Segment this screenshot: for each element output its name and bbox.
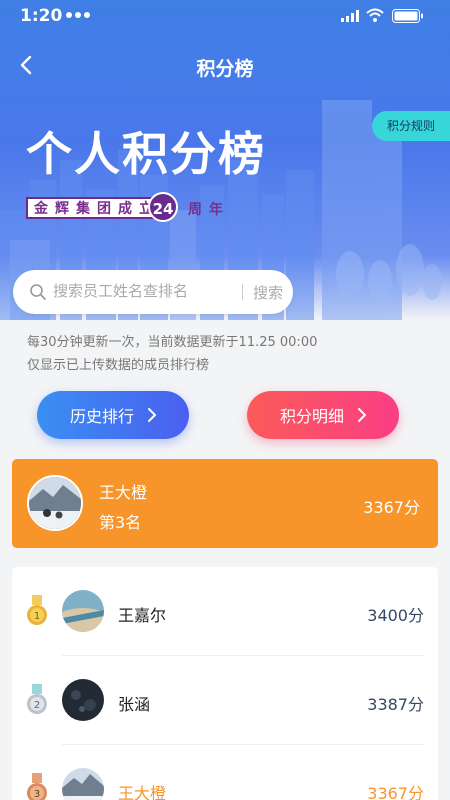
search-button[interactable]: 搜索 <box>253 282 283 303</box>
wifi-icon <box>366 8 384 22</box>
anniversary-banner: 金辉集团成立 <box>26 197 168 219</box>
gold-medal-icon: 1 <box>27 595 47 625</box>
svg-text:2: 2 <box>34 700 40 711</box>
points-detail-button[interactable]: 积分明细 <box>247 391 399 439</box>
anniversary-prefix: 金辉集团成立 <box>34 201 160 217</box>
list-item[interactable]: 1 王嘉尔 3400分 <box>12 567 438 656</box>
history-ranking-button[interactable]: 历史排行 <box>37 391 189 439</box>
row-score: 3387分 <box>367 695 424 714</box>
row-name: 张涵 <box>118 695 151 714</box>
hero-title: 个人积分榜 <box>26 127 266 181</box>
search-box: 搜索 <box>13 270 293 314</box>
row-name: 王大橙 <box>118 784 167 800</box>
chevron-right-icon <box>148 408 156 422</box>
svg-text:3: 3 <box>34 789 40 800</box>
bronze-medal-icon: 3 <box>27 773 47 800</box>
search-divider <box>242 284 243 300</box>
update-notice: 每30分钟更新一次，当前数据更新于11.25 00:00 <box>27 335 318 350</box>
status-time: 1:20 <box>20 6 63 26</box>
points-detail-label: 积分明细 <box>279 407 344 426</box>
my-score: 3367分 <box>363 498 420 517</box>
list-item[interactable]: 3 王大橙 3367分 <box>12 745 438 800</box>
avatar <box>62 590 104 632</box>
search-input[interactable] <box>53 282 223 300</box>
chevron-right-icon <box>358 408 366 422</box>
carrier-dots-icon <box>66 12 90 18</box>
points-rules-button[interactable]: 积分规则 <box>372 111 450 141</box>
row-name: 王嘉尔 <box>118 606 167 625</box>
my-rank-text: 第3名 <box>99 513 142 532</box>
history-ranking-label: 历史排行 <box>69 407 134 426</box>
anniversary-suffix: 周年 <box>188 202 230 218</box>
my-name: 王大橙 <box>99 483 148 502</box>
anniversary-number-badge: 24 <box>148 192 178 222</box>
list-item[interactable]: 2 张涵 3387分 <box>12 656 438 745</box>
search-icon <box>30 284 46 300</box>
signal-icon <box>341 10 359 22</box>
ranking-list: 1 王嘉尔 3400分 2 张涵 3387分 3 王大橙 3367分 <box>12 567 438 800</box>
my-rank-card[interactable]: 王大橙 第3名 3367分 <box>12 459 438 548</box>
svg-text:1: 1 <box>34 611 40 622</box>
status-bar: 1:20 <box>0 0 450 34</box>
row-score: 3400分 <box>367 606 424 625</box>
silver-medal-icon: 2 <box>27 684 47 714</box>
avatar <box>62 768 104 800</box>
page-title: 积分榜 <box>196 58 254 80</box>
row-score: 3367分 <box>367 784 424 800</box>
avatar <box>62 679 104 721</box>
display-notice: 仅显示已上传数据的成员排行榜 <box>27 358 210 373</box>
battery-icon <box>392 9 423 23</box>
avatar <box>27 475 83 531</box>
